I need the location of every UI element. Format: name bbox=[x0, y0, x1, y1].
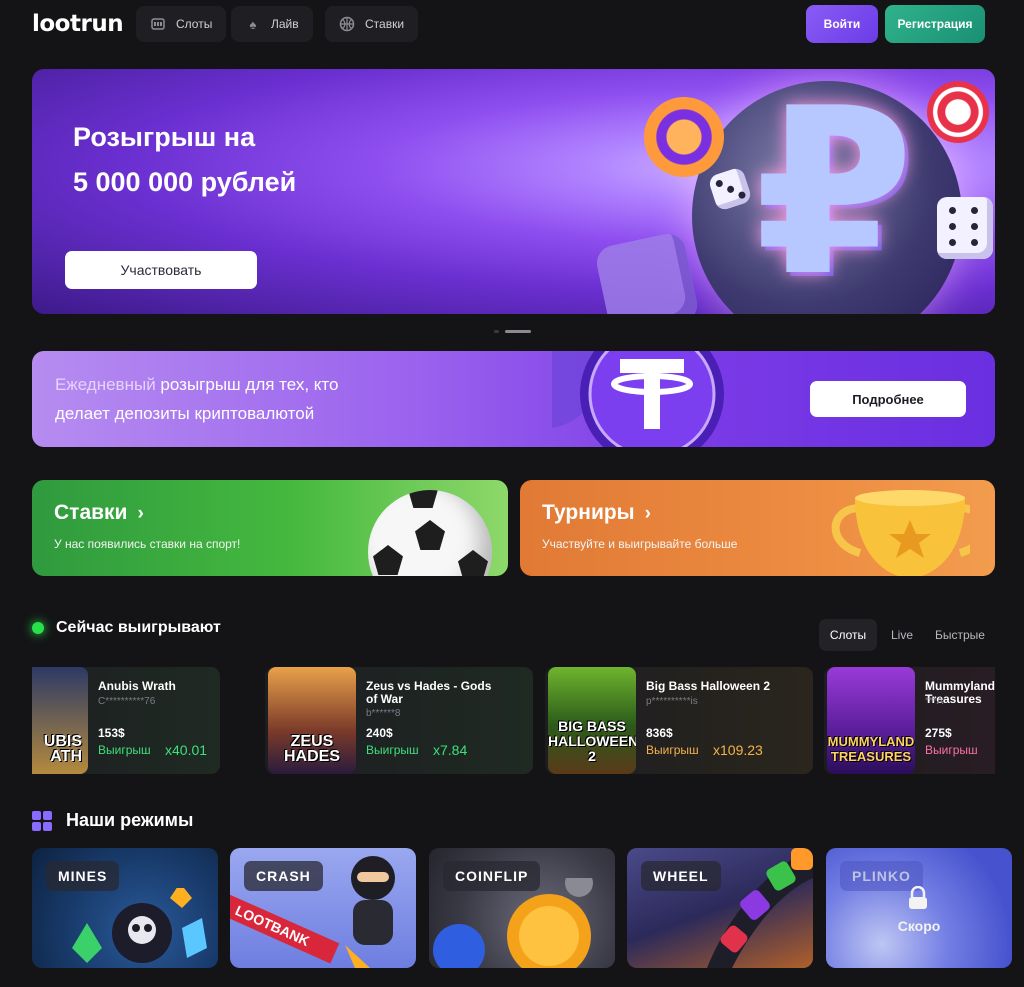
win-label: Выигрыш bbox=[366, 743, 419, 757]
win-amount: 153$ bbox=[98, 726, 125, 740]
win-multiplier: x7.84 bbox=[433, 742, 468, 758]
nav-bets-label: Ставки bbox=[365, 17, 405, 31]
crypto-highlight: Ежедневный bbox=[55, 375, 156, 394]
win-label: Выигрыш bbox=[98, 743, 151, 757]
dice-image bbox=[937, 197, 993, 259]
spade-icon: ♠ bbox=[249, 16, 257, 32]
carousel-dot-active[interactable] bbox=[505, 330, 531, 333]
mode-card-coinflip[interactable]: COINFLIP bbox=[429, 848, 615, 968]
live-indicator-icon bbox=[32, 622, 44, 634]
nav-slots-label: Слоты bbox=[176, 17, 213, 31]
lootbank-sign: LOOTBANK bbox=[230, 894, 340, 964]
carousel-dot[interactable] bbox=[494, 330, 499, 333]
mode-card-mines[interactable]: MINES bbox=[32, 848, 218, 968]
mode-card-crash[interactable]: LOOTBANK CRASH bbox=[230, 848, 416, 968]
lock-icon bbox=[909, 886, 927, 909]
crash-character-image bbox=[345, 856, 395, 968]
win-label: Выигрыш bbox=[925, 743, 978, 757]
mode-label: WHEEL bbox=[641, 861, 721, 891]
winner-card[interactable]: UBIS ATH Anubis Wrath C**********76 153$ … bbox=[32, 667, 220, 774]
game-thumbnail: MUMMYLAND TREASURES bbox=[827, 667, 915, 774]
mode-label: COINFLIP bbox=[443, 861, 541, 891]
win-label: Выигрыш bbox=[646, 743, 699, 757]
game-thumbnail: BIG BASS HALLOWEEN 2 bbox=[548, 667, 636, 774]
basketball-icon bbox=[339, 16, 355, 32]
soccer-ball-image bbox=[368, 490, 492, 576]
game-name: Big Bass Halloween 2 bbox=[646, 679, 771, 693]
mode-card-plinko: PLINKO Скоро bbox=[826, 848, 1012, 968]
promo-card-tournaments[interactable]: Турниры › Участвуйте и выигрывайте больше bbox=[520, 480, 995, 576]
mode-card-wheel[interactable]: WHEEL bbox=[627, 848, 813, 968]
register-button[interactable]: Регистрация bbox=[885, 5, 985, 43]
filter-slots[interactable]: Слоты bbox=[819, 619, 877, 651]
nav-live[interactable]: ♠ Лайв bbox=[231, 6, 313, 42]
crypto-line2: делает депозиты криптовалютой bbox=[55, 404, 315, 423]
modes-heading: Наши режимы bbox=[32, 810, 193, 831]
promo-title-text: Ставки bbox=[54, 501, 128, 524]
crypto-description: Ежедневный розыгрыш для тех, кто делает … bbox=[55, 370, 475, 428]
mode-label: CRASH bbox=[244, 861, 323, 891]
participate-button[interactable]: Участвовать bbox=[65, 251, 257, 289]
hero-title-line1: Розыгрыш на bbox=[73, 122, 256, 152]
mode-label: MINES bbox=[46, 861, 120, 891]
login-button[interactable]: Войти bbox=[806, 5, 878, 43]
winner-card[interactable]: ZEUS HADES Zeus vs Hades - Gods of War b*… bbox=[265, 667, 533, 774]
mines-art-image bbox=[72, 888, 207, 963]
win-amount: 240$ bbox=[366, 726, 393, 740]
winner-card[interactable]: BIG BASS HALLOWEEN 2 Big Bass Halloween 2… bbox=[545, 667, 813, 774]
winner-username: p**********is bbox=[646, 696, 698, 707]
hero-title: Розыгрыш на 5 000 000 рублей bbox=[73, 115, 433, 205]
filter-fast[interactable]: Быстрые bbox=[926, 619, 994, 651]
game-name: Anubis Wrath bbox=[98, 679, 176, 693]
thumbnail-title: ZEUS HADES bbox=[283, 733, 340, 765]
win-amount: 836$ bbox=[646, 726, 673, 740]
carousel-dots bbox=[494, 330, 531, 333]
promo-subtitle: У нас появились ставки на спорт! bbox=[54, 537, 241, 551]
nav-slots[interactable]: Слоты bbox=[136, 6, 227, 42]
winners-title: Сейчас выигрывают bbox=[56, 619, 221, 636]
nav-bets[interactable]: Ставки bbox=[325, 6, 419, 42]
filter-live[interactable]: Live bbox=[880, 619, 924, 651]
winner-card[interactable]: MUMMYLAND TREASURES Mummyland Treasures *… bbox=[824, 667, 995, 774]
win-amount: 275$ bbox=[925, 726, 952, 740]
win-multiplier: x40.01 bbox=[165, 742, 208, 758]
top-header: lootrun Слоты ♠ Лайв Ставки Войти Регист… bbox=[0, 0, 1024, 50]
thumbnail-title: MUMMYLAND TREASURES bbox=[827, 734, 915, 764]
game-name: Zeus vs Hades - Gods of War bbox=[366, 679, 492, 706]
win-multiplier: x109.23 bbox=[713, 742, 763, 758]
winner-username: C**********76 bbox=[98, 696, 156, 707]
promo-subtitle: Участвуйте и выигрывайте больше bbox=[542, 537, 738, 551]
nav-live-label: Лайв bbox=[271, 17, 299, 31]
coinflip-coins-image bbox=[433, 878, 593, 968]
game-thumbnail: ZEUS HADES bbox=[268, 667, 356, 774]
crypto-text-rest: розыгрыш для тех, кто bbox=[155, 375, 339, 394]
coming-soon-label: Скоро bbox=[897, 918, 941, 934]
trophy-cup-image bbox=[831, 490, 970, 576]
slot-machine-icon bbox=[150, 16, 166, 32]
hero-title-line2: 5 000 000 рублей bbox=[73, 167, 297, 197]
winners-list: UBIS ATH Anubis Wrath C**********76 153$ … bbox=[32, 667, 995, 775]
promo-card-bets[interactable]: Ставки › У нас появились ставки на спорт! bbox=[32, 480, 508, 576]
promo-title: Ставки › bbox=[54, 501, 144, 525]
dice-image bbox=[593, 230, 701, 314]
chevron-right-icon: › bbox=[644, 503, 651, 524]
winners-heading: Сейчас выигрывают bbox=[32, 619, 221, 637]
winner-username: b******8 bbox=[366, 708, 401, 719]
thumbnail-title: UBIS ATH bbox=[43, 733, 82, 765]
crypto-banner[interactable]: Ежедневный розыгрыш для тех, кто делает … bbox=[32, 351, 995, 447]
lootrun-logo[interactable]: lootrun bbox=[32, 11, 124, 37]
casino-chip-image bbox=[927, 81, 989, 143]
chevron-right-icon: › bbox=[137, 503, 144, 524]
grid-icon bbox=[32, 810, 52, 831]
game-thumbnail: UBIS ATH bbox=[32, 667, 88, 774]
hero-banner[interactable]: ₽ Розыгрыш на 5 000 000 рублей Участвова… bbox=[32, 69, 995, 314]
ruble-symbol-image: ₽ bbox=[754, 69, 915, 314]
more-details-button[interactable]: Подробнее bbox=[810, 381, 966, 417]
promo-title-text: Турниры bbox=[542, 501, 635, 524]
modes-title: Наши режимы bbox=[66, 810, 194, 830]
tether-coin-icon bbox=[552, 351, 724, 447]
thumbnail-title: BIG BASS HALLOWEEN 2 bbox=[548, 718, 636, 764]
winner-username: ***A bbox=[925, 696, 944, 707]
promo-title: Турниры › bbox=[542, 501, 651, 525]
